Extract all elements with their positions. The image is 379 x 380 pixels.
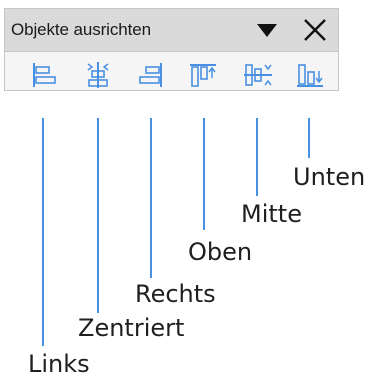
connector-line-links	[42, 118, 44, 346]
align-objects-toolbar: Objekte ausrichten	[4, 8, 339, 91]
connector-line-oben	[203, 118, 205, 230]
align-top-icon	[190, 64, 216, 87]
close-icon	[304, 19, 326, 41]
callout-zentriert: Zentriert	[78, 314, 185, 342]
toolbar-menu-button[interactable]	[252, 15, 282, 45]
callout-rechts: Rechts	[135, 280, 216, 308]
align-middle-icon	[244, 64, 272, 86]
align-bottom-icon	[297, 64, 323, 87]
connector-line-unten	[308, 118, 310, 158]
triangle-down-icon	[257, 24, 277, 37]
toolbar-titlebar: Objekte ausrichten	[5, 9, 338, 52]
callout-unten: Unten	[293, 163, 366, 191]
connector-line-zentriert	[97, 118, 99, 313]
align-bottom-button[interactable]	[294, 60, 326, 90]
align-right-icon	[139, 63, 162, 87]
callout-mitte: Mitte	[241, 200, 302, 228]
connector-line-rechts	[150, 118, 152, 278]
connector-line-mitte	[256, 118, 258, 196]
toolbar-title: Objekte ausrichten	[11, 20, 151, 39]
align-middle-button[interactable]	[242, 60, 274, 90]
align-top-button[interactable]	[187, 60, 219, 90]
close-toolbar-button[interactable]	[300, 15, 330, 45]
align-center-button[interactable]	[82, 60, 114, 90]
align-left-icon	[33, 63, 56, 87]
align-left-button[interactable]	[27, 60, 59, 90]
align-center-icon	[87, 62, 109, 88]
align-right-button[interactable]	[136, 60, 168, 90]
callout-links: Links	[28, 350, 90, 378]
callout-oben: Oben	[188, 238, 253, 266]
